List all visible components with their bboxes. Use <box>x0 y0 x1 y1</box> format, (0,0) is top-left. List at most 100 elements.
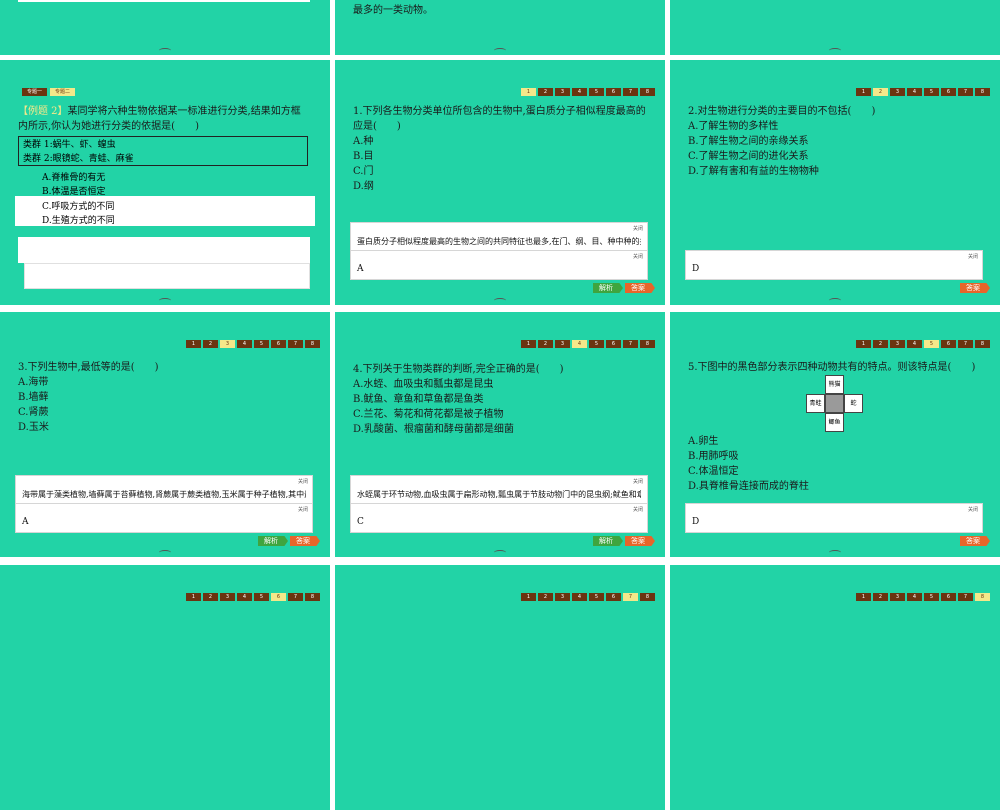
nav-q2[interactable]: 2 <box>203 340 218 348</box>
nav-q3[interactable]: 3 <box>555 88 570 96</box>
q2-text: 2.对生物进行分类的主要目的不包括( ) <box>688 106 876 117</box>
close-button[interactable]: 关闭 <box>633 478 643 485</box>
close-button[interactable]: 关闭 <box>968 506 978 513</box>
nav-q7[interactable]: 7 <box>288 340 303 348</box>
close-button[interactable]: 关闭 <box>298 478 308 485</box>
q1-answer-box: 关闭 A <box>350 250 648 280</box>
nav-q2[interactable]: 2 <box>538 340 553 348</box>
figure-cell-bottom: 鲫鱼 <box>825 413 844 432</box>
nav-q7[interactable]: 7 <box>958 340 973 348</box>
nav-q2[interactable]: 2 <box>873 88 888 96</box>
answer-button[interactable]: 答案 <box>960 536 990 546</box>
nav-q8[interactable]: 8 <box>640 340 655 348</box>
nav-q5[interactable]: 5 <box>254 340 269 348</box>
nav-q3[interactable]: 3 <box>890 340 905 348</box>
page-curl-mark <box>159 298 171 303</box>
q4-answer: C <box>357 517 364 527</box>
close-button[interactable]: 关闭 <box>968 253 978 260</box>
q3-answer-box: 关闭 A <box>15 503 313 533</box>
q4-explanation: 水蛭属于环节动物,血吸虫属于扁形动物,瓢虫属于节肢动物门中的昆虫纲;鱿鱼和章鱼属… <box>357 490 641 499</box>
nav-q1[interactable]: 1 <box>521 340 536 348</box>
answer-button[interactable]: 答案 <box>625 283 655 293</box>
nav-q4[interactable]: 4 <box>572 340 587 348</box>
nav-q7[interactable]: 7 <box>623 88 638 96</box>
example-label: 【例题 2】 <box>18 106 68 117</box>
nav-q8[interactable]: 8 <box>975 88 990 96</box>
q5-question: 5.下图中的黑色部分表示四种动物共有的特点。则该特点是( ) <box>688 360 988 375</box>
q5-answer-box: 关闭 D <box>685 503 983 533</box>
nav-q1[interactable]: 1 <box>186 340 201 348</box>
nav-q2[interactable]: 2 <box>873 340 888 348</box>
answer-button[interactable]: 答案 <box>625 536 655 546</box>
analysis-button[interactable]: 解析 <box>258 536 288 546</box>
close-button[interactable]: 关闭 <box>298 506 308 513</box>
q1-option-d: D.纲 <box>353 181 374 192</box>
q3-explanation: 海带属于藻类植物,墙藓属于苔藓植物,肾蕨属于蕨类植物,玉米属于种子植物,其中最低… <box>22 490 306 499</box>
q2-answer: D <box>692 264 700 274</box>
nav-q1[interactable]: 1 <box>856 88 871 96</box>
q4-answer-box: 关闭 C <box>350 503 648 533</box>
q3-option-a: A.海带 <box>18 377 49 388</box>
question-nav: 1 2 3 4 5 6 7 8 <box>521 88 655 96</box>
page-curl-mark <box>829 298 841 303</box>
nav-q8[interactable]: 8 <box>305 340 320 348</box>
page-curl-mark <box>494 48 506 53</box>
figure-cell-center <box>825 394 844 413</box>
close-button[interactable]: 关闭 <box>633 225 643 232</box>
question-nav: 1 2 3 4 5 6 7 8 <box>521 340 655 348</box>
q4-explanation-box: 关闭 水蛭属于环节动物,血吸虫属于扁形动物,瓢虫属于节肢动物门中的昆虫纲;鱿鱼和… <box>350 475 648 505</box>
nav-q5[interactable]: 5 <box>589 88 604 96</box>
q3-text: 3.下列生物中,最低等的是( ) <box>18 362 159 373</box>
figure-cell-left: 青蛙 <box>806 394 825 413</box>
example-option-c: C.呼吸方式的不同 <box>42 202 115 212</box>
q4-option-c: C.兰花、菊花和荷花都是被子植物 <box>353 409 504 420</box>
nav-q4[interactable]: 4 <box>907 88 922 96</box>
box-line-1: 类群 1:蜗牛、虾、蝗虫 <box>23 140 116 150</box>
classification-box: 类群 1:蜗牛、虾、蝗虫 类群 2:眼镜蛇、青蛙、麻雀 <box>18 136 308 166</box>
q4-option-d: D.乳酸菌、根瘤菌和酵母菌都是细菌 <box>353 424 514 435</box>
nav-q2[interactable]: 2 <box>538 88 553 96</box>
slide-q7-partial: 1 2 3 4 5 6 7 8 <box>335 565 665 810</box>
nav-q3[interactable]: 3 <box>890 88 905 96</box>
tab-topic-2[interactable]: 专题二 <box>50 88 76 96</box>
white-cover-panel-2 <box>18 237 310 263</box>
page-curl-mark <box>829 550 841 555</box>
nav-q4[interactable]: 4 <box>572 88 587 96</box>
nav-q6[interactable]: 6 <box>941 88 956 96</box>
nav-q4[interactable]: 4 <box>237 340 252 348</box>
nav-q7[interactable]: 7 <box>623 340 638 348</box>
answer-button[interactable]: 答案 <box>960 283 990 293</box>
analysis-button[interactable]: 解析 <box>593 283 623 293</box>
nav-q6[interactable]: 6 <box>271 340 286 348</box>
question-nav: 1 2 3 4 5 6 7 8 <box>186 340 320 348</box>
q1-text: 1.下列各生物分类单位所包含的生物中,蛋白质分子相似程度最高的应是( ) <box>353 106 646 132</box>
nav-q6[interactable]: 6 <box>606 88 621 96</box>
answer-button[interactable]: 答案 <box>290 536 320 546</box>
nav-q4[interactable]: 4 <box>907 340 922 348</box>
nav-q6[interactable]: 6 <box>606 340 621 348</box>
nav-q7[interactable]: 7 <box>958 88 973 96</box>
nav-q8[interactable]: 8 <box>640 88 655 96</box>
nav-q5[interactable]: 5 <box>924 88 939 96</box>
example-question: 【例题 2】某同学将六种生物依据某一标准进行分类,结果如方框内所示,你认为她进行… <box>18 104 308 134</box>
nav-q1[interactable]: 1 <box>856 340 871 348</box>
nav-q1[interactable]: 1 <box>521 88 536 96</box>
nav-q5[interactable]: 5 <box>589 340 604 348</box>
close-button[interactable]: 关闭 <box>633 253 643 260</box>
nav-q5[interactable]: 5 <box>924 340 939 348</box>
nav-q8[interactable]: 8 <box>975 340 990 348</box>
close-button[interactable]: 关闭 <box>633 506 643 513</box>
q5-buttons: 答案 <box>960 536 990 546</box>
example-option-a: A.脊椎骨的有无 <box>42 173 106 183</box>
slide-q2: 1 2 3 4 5 6 7 8 2.对生物进行分类的主要目的不包括( ) A.了… <box>670 60 1000 305</box>
nav-q6[interactable]: 6 <box>941 340 956 348</box>
nav-q3[interactable]: 3 <box>555 340 570 348</box>
analysis-button[interactable]: 解析 <box>593 536 623 546</box>
page-curl-mark <box>829 48 841 53</box>
nav-q3[interactable]: 3 <box>220 340 235 348</box>
q3-body: 3.下列生物中,最低等的是( ) A.海带 B.墙藓 C.肾蕨 D.玉米 <box>18 360 318 435</box>
q1-answer: A <box>357 264 364 274</box>
q1-option-b: B.目 <box>353 151 374 162</box>
q2-option-b: B.了解生物之间的亲缘关系 <box>688 136 809 147</box>
tab-topic-1[interactable]: 专题一 <box>22 88 48 96</box>
